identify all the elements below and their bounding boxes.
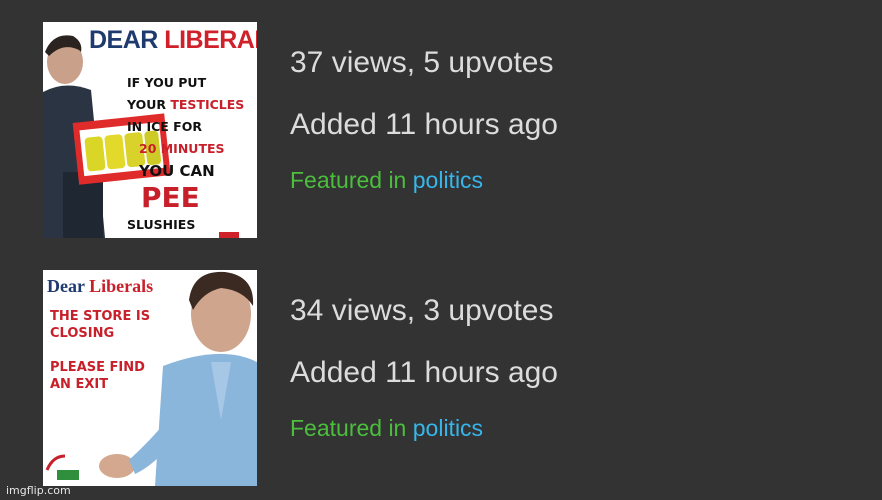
added-time: Added 11 hours ago (290, 356, 558, 389)
meme-thumbnail[interactable]: DEAR LIBERALS IF YOU PUT YOUR TESTICLES … (43, 22, 257, 238)
meme-text: IF YOU PUT YOUR TESTICLES IN ICE FOR 20 … (127, 75, 245, 232)
view-upvote-stats: 37 views, 5 upvotes (290, 46, 554, 79)
meme-row: Dear Liberals THE STORE IS CLOSING PLEAS… (0, 270, 882, 486)
meme-text: THE STORE IS CLOSING PLEASE FIND AN EXIT (50, 309, 151, 392)
imgflip-watermark: imgflip.com (6, 484, 71, 497)
featured-in: Featured in politics (290, 415, 484, 441)
meme-thumbnail[interactable]: Dear Liberals THE STORE IS CLOSING PLEAS… (43, 270, 257, 486)
meme-title: DEAR LIBERALS (89, 26, 257, 54)
featured-in: Featured in politics (290, 167, 484, 193)
stream-link[interactable]: politics (413, 167, 483, 193)
added-time: Added 11 hours ago (290, 108, 558, 141)
view-upvote-stats: 34 views, 3 upvotes (290, 294, 554, 327)
stream-link[interactable]: politics (413, 415, 483, 441)
meme-row: DEAR LIBERALS IF YOU PUT YOUR TESTICLES … (0, 22, 882, 238)
meme-title: Dear Liberals (47, 276, 154, 296)
